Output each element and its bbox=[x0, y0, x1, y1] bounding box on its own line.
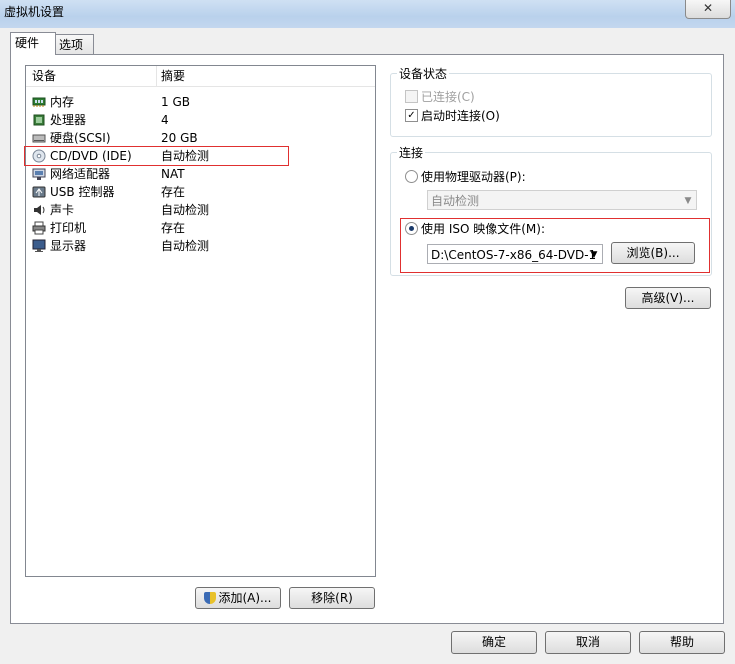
hardware-row-sound[interactable]: 声卡 自动检测 bbox=[26, 201, 375, 219]
hardware-summary: 自动检测 bbox=[161, 203, 210, 217]
connect-on-start-label: 启动时连接(O) bbox=[421, 109, 500, 123]
device-status-group: 设备状态 已连接(C) ✓ 启动时连接(O) bbox=[390, 65, 712, 137]
hardware-row-memory[interactable]: 内存 1 GB bbox=[26, 93, 375, 111]
close-icon: ✕ bbox=[702, 1, 714, 15]
hardware-summary: NAT bbox=[161, 167, 185, 181]
connected-label: 已连接(C) bbox=[421, 90, 475, 104]
help-label: 帮助 bbox=[669, 635, 694, 649]
add-hardware-button[interactable]: 添加(A)... bbox=[195, 587, 281, 609]
hardware-device-name: USB 控制器 bbox=[50, 185, 115, 199]
use-physical-drive-label: 使用物理驱动器(P): bbox=[421, 170, 526, 184]
use-physical-drive-radio[interactable] bbox=[405, 170, 418, 183]
hardware-device-name: 声卡 bbox=[50, 203, 75, 217]
ok-button[interactable]: 确定 bbox=[451, 631, 537, 654]
iso-file-path-input[interactable]: D:\CentOS-7-x86_64-DVD-1 ▼ bbox=[427, 244, 603, 264]
ok-label: 确定 bbox=[481, 635, 506, 649]
add-hardware-label: 添加(A)... bbox=[218, 591, 272, 605]
iso-file-path-value: D:\CentOS-7-x86_64-DVD-1 bbox=[431, 248, 597, 262]
cancel-button[interactable]: 取消 bbox=[545, 631, 631, 654]
use-iso-file-radio[interactable] bbox=[405, 222, 418, 235]
advanced-label: 高级(V)... bbox=[641, 291, 695, 305]
remove-hardware-label: 移除(R) bbox=[311, 591, 353, 605]
device-status-title: 设备状态 bbox=[397, 65, 450, 82]
hardware-device-name: 网络适配器 bbox=[50, 167, 111, 181]
tab-options[interactable]: 选项 bbox=[54, 34, 94, 55]
connected-checkbox[interactable] bbox=[405, 90, 418, 103]
tab-hardware-label: 硬件 bbox=[15, 36, 40, 50]
connection-title: 连接 bbox=[397, 144, 426, 161]
hardware-row-hard-disk[interactable]: 硬盘(SCSI) 20 GB bbox=[26, 129, 375, 147]
column-header-summary[interactable]: 摘要 bbox=[155, 66, 185, 86]
vm-settings-window: 虚拟机设置 ✕ 硬件 选项 设备 摘要 内存 1 GB 处理器 4 硬盘(SCS… bbox=[0, 0, 735, 664]
usb-icon bbox=[32, 186, 46, 198]
chevron-down-icon: ▼ bbox=[684, 196, 692, 206]
network-adapter-icon bbox=[32, 168, 46, 180]
hardware-device-name: 显示器 bbox=[50, 239, 87, 253]
help-button[interactable]: 帮助 bbox=[639, 631, 725, 654]
hardware-summary: 自动检测 bbox=[161, 239, 210, 253]
tab-hardware[interactable]: 硬件 bbox=[10, 32, 56, 55]
hardware-device-name: 硬盘(SCSI) bbox=[50, 131, 111, 145]
printer-icon bbox=[32, 221, 46, 235]
physical-drive-value: 自动检测 bbox=[431, 194, 480, 208]
advanced-button[interactable]: 高级(V)... bbox=[625, 287, 711, 309]
physical-drive-select[interactable]: 自动检测 ▼ bbox=[427, 190, 697, 210]
browse-button[interactable]: 浏览(B)... bbox=[611, 242, 695, 264]
hardware-list[interactable]: 设备 摘要 内存 1 GB 处理器 4 硬盘(SCSI) 20 GB CD/DV… bbox=[24, 65, 376, 577]
hardware-panel: 设备 摘要 内存 1 GB 处理器 4 硬盘(SCSI) 20 GB CD/DV… bbox=[10, 54, 724, 624]
sound-card-icon bbox=[34, 205, 45, 215]
close-button[interactable]: ✕ bbox=[685, 0, 731, 19]
hardware-summary: 4 bbox=[161, 113, 169, 127]
hardware-device-name: 内存 bbox=[50, 95, 75, 109]
hardware-device-name: 处理器 bbox=[50, 113, 87, 127]
chevron-down-icon: ▼ bbox=[590, 250, 598, 260]
hardware-summary: 1 GB bbox=[161, 95, 190, 109]
use-iso-file-label: 使用 ISO 映像文件(M): bbox=[421, 222, 545, 236]
hardware-row-processor[interactable]: 处理器 4 bbox=[26, 111, 375, 129]
hardware-summary: 存在 bbox=[161, 221, 186, 235]
cd-dvd-icon bbox=[32, 149, 46, 163]
hardware-summary: 20 GB bbox=[161, 131, 198, 145]
browse-label: 浏览(B)... bbox=[626, 246, 680, 260]
tab-options-label: 选项 bbox=[59, 38, 84, 52]
hard-disk-icon bbox=[32, 134, 46, 143]
column-header-device[interactable]: 设备 bbox=[26, 66, 157, 86]
cancel-label: 取消 bbox=[575, 635, 600, 649]
connection-group: 连接 使用物理驱动器(P): 自动检测 ▼ 使用 ISO 映像文件(M): D:… bbox=[390, 144, 712, 276]
title-bar[interactable]: 虚拟机设置 ✕ bbox=[0, 0, 735, 28]
hardware-row-network[interactable]: 网络适配器 NAT bbox=[26, 165, 375, 183]
hardware-row-usb[interactable]: USB 控制器 存在 bbox=[26, 183, 375, 201]
memory-icon bbox=[32, 97, 46, 107]
processor-icon bbox=[33, 114, 45, 126]
hardware-row-cd-dvd[interactable]: CD/DVD (IDE) 自动检测 bbox=[24, 146, 375, 166]
display-icon bbox=[32, 239, 46, 252]
remove-hardware-button[interactable]: 移除(R) bbox=[289, 587, 375, 609]
window-title: 虚拟机设置 bbox=[4, 5, 65, 19]
connect-on-start-checkbox[interactable]: ✓ bbox=[405, 109, 418, 122]
hardware-device-name: CD/DVD (IDE) bbox=[50, 149, 132, 163]
hardware-device-name: 打印机 bbox=[50, 221, 87, 235]
hardware-row-printer[interactable]: 打印机 存在 bbox=[26, 219, 375, 237]
hardware-row-display[interactable]: 显示器 自动检测 bbox=[26, 237, 375, 255]
hardware-summary: 存在 bbox=[161, 185, 186, 199]
hardware-list-header: 设备 摘要 bbox=[26, 66, 375, 87]
hardware-summary: 自动检测 bbox=[161, 149, 210, 163]
add-shield-icon bbox=[204, 592, 217, 604]
